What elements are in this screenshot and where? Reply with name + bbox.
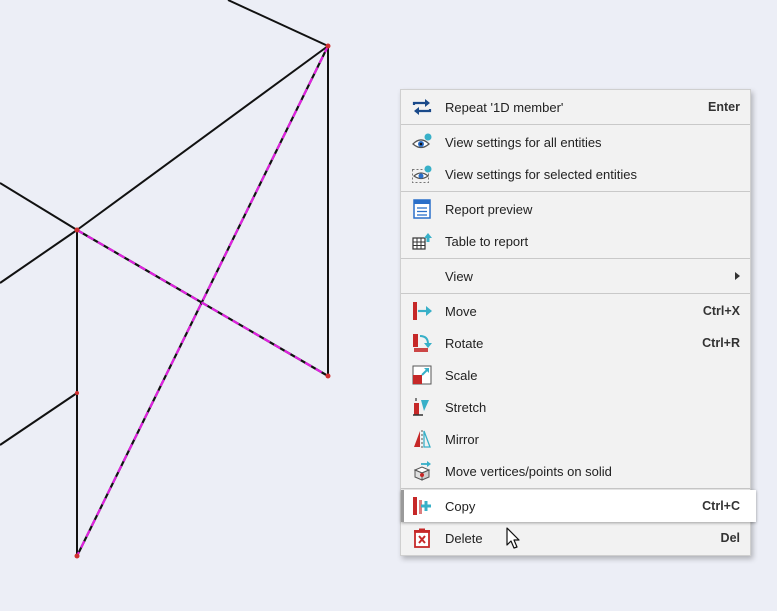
menu-item-label: Move vertices/points on solid <box>445 463 612 479</box>
menu-item-label: View <box>445 268 473 284</box>
eye-settings-icon <box>411 131 433 153</box>
node-point[interactable] <box>75 391 79 395</box>
menu-item-shortcut: Ctrl+R <box>702 336 740 350</box>
repeat-icon <box>411 96 433 118</box>
report-preview-icon <box>411 198 433 220</box>
menu-item-view-submenu[interactable]: View <box>401 260 750 292</box>
eye-selected-settings-icon <box>411 163 433 185</box>
menu-group-view-settings: View settings for all entities View sett… <box>401 125 750 192</box>
menu-item-label: Table to report <box>445 233 529 249</box>
menu-item-move[interactable]: Move Ctrl+X <box>401 295 750 327</box>
member-line[interactable] <box>0 182 78 231</box>
mouse-cursor-icon <box>506 527 520 549</box>
menu-item-table-to-report[interactable]: Table to report <box>401 225 750 257</box>
menu-item-shortcut: Ctrl+C <box>702 499 740 513</box>
menu-item-view-settings-all[interactable]: View settings for all entities <box>401 126 750 158</box>
menu-item-shortcut: Ctrl+X <box>702 304 740 318</box>
submenu-arrow-icon <box>735 272 740 280</box>
menu-item-scale[interactable]: Scale <box>401 359 750 391</box>
context-menu: Repeat '1D member' Enter View settings f… <box>400 89 756 556</box>
menu-item-label: Delete <box>445 530 483 546</box>
menu-item-delete[interactable]: Delete Del <box>401 522 750 554</box>
menu-item-rotate[interactable]: Rotate Ctrl+R <box>401 327 750 359</box>
menu-item-label: Repeat '1D member' <box>445 99 564 115</box>
delete-icon <box>411 527 433 549</box>
menu-group-transform: Move Ctrl+X Rotate Ctrl+R Scale Stretch <box>401 294 750 489</box>
node-point[interactable] <box>325 373 331 379</box>
rotate-icon <box>411 332 433 354</box>
menu-item-label: Mirror <box>445 431 479 447</box>
menu-group-report: Report preview Table to report <box>401 192 750 259</box>
node-point[interactable] <box>74 227 80 233</box>
menu-item-move-vertices[interactable]: Move vertices/points on solid <box>401 455 750 487</box>
menu-group-repeat: Repeat '1D member' Enter <box>401 90 750 125</box>
copy-icon <box>411 495 433 517</box>
selected-member-highlight <box>76 229 329 377</box>
menu-item-label: Move <box>445 303 477 319</box>
menu-item-shortcut: Enter <box>708 100 740 114</box>
menu-group-edit: Copy Ctrl+C Delete Del <box>401 489 756 555</box>
menu-item-view-settings-selected[interactable]: View settings for selected entities <box>401 158 750 190</box>
member-line[interactable] <box>227 0 329 47</box>
menu-item-stretch[interactable]: Stretch <box>401 391 750 423</box>
table-to-report-icon <box>411 230 433 252</box>
menu-item-repeat[interactable]: Repeat '1D member' Enter <box>401 91 750 123</box>
menu-item-label: View settings for all entities <box>445 134 602 150</box>
stretch-icon <box>411 396 433 418</box>
node-point[interactable] <box>325 43 331 49</box>
menu-item-report-preview[interactable]: Report preview <box>401 193 750 225</box>
move-icon <box>411 300 433 322</box>
menu-item-label: Stretch <box>445 399 487 415</box>
member-line[interactable] <box>0 392 78 446</box>
scale-icon <box>411 364 433 386</box>
menu-item-label: Rotate <box>445 335 484 351</box>
menu-item-mirror[interactable]: Mirror <box>401 423 750 455</box>
menu-item-label: Scale <box>445 367 478 383</box>
menu-item-copy[interactable]: Copy Ctrl+C <box>401 490 756 522</box>
menu-group-view: View <box>401 259 750 294</box>
move-vertices-icon <box>411 460 433 482</box>
member-line[interactable] <box>76 45 329 231</box>
menu-item-label: View settings for selected entities <box>445 166 637 182</box>
member-line[interactable] <box>0 229 78 284</box>
menu-item-shortcut: Del <box>720 531 740 545</box>
mirror-icon <box>411 428 433 450</box>
menu-item-label: Copy <box>445 498 476 514</box>
menu-item-label: Report preview <box>445 201 533 217</box>
node-point[interactable] <box>74 553 80 559</box>
